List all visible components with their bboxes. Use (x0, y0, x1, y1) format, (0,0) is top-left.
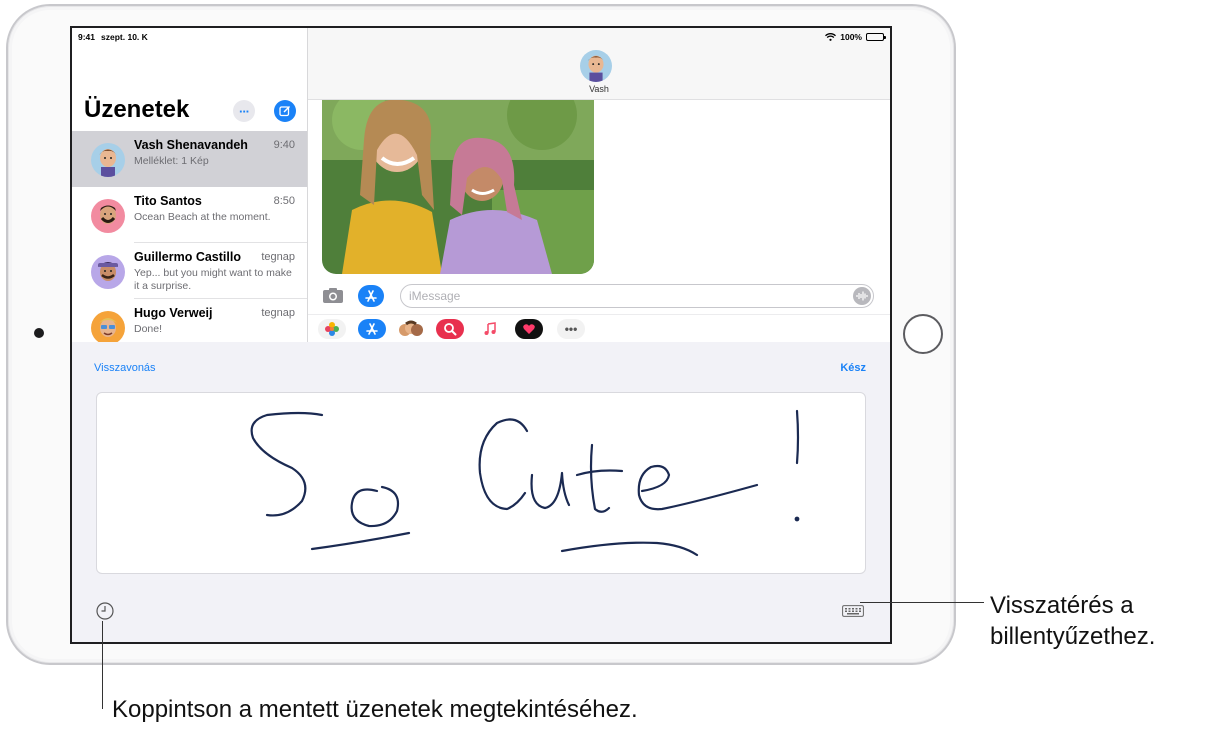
more-apps-icon[interactable]: ••• (557, 319, 585, 339)
message-input-placeholder: iMessage (409, 289, 461, 303)
message-time: 9:40 (273, 139, 295, 151)
camera-icon (323, 288, 343, 303)
contact-name: Hugo Verweij (134, 306, 213, 320)
battery-icon (866, 33, 886, 41)
compose-button[interactable] (274, 100, 296, 122)
callout-line-saved (102, 621, 103, 709)
home-button[interactable] (903, 314, 943, 354)
callout-keyboard-line2: billentyűzethez. (990, 623, 1156, 650)
appstore-icon (365, 290, 377, 302)
message-time: tegnap (261, 251, 295, 263)
contact-avatar[interactable] (580, 50, 612, 82)
message-input-row: iMessage (308, 282, 890, 310)
message-preview: Yep... but you might want to make it a s… (134, 267, 292, 292)
message-input[interactable]: iMessage (400, 284, 874, 308)
app-drawer: ••• (308, 314, 890, 342)
contact-name: Vash (589, 84, 609, 94)
avatar (91, 199, 125, 233)
undo-button[interactable]: Visszavonás (94, 362, 156, 374)
list-item[interactable]: Guillermo Castillo tegnap Yep... but you… (72, 243, 307, 299)
music-icon[interactable] (476, 319, 504, 339)
waveform-icon (856, 291, 868, 301)
callout-saved-messages: Koppintson a mentett üzenetek megtekinté… (112, 696, 638, 723)
digital-touch-icon[interactable] (515, 319, 543, 339)
page-title: Üzenetek (84, 96, 190, 123)
done-button[interactable]: Kész (840, 362, 866, 374)
search-images-icon[interactable] (436, 319, 464, 339)
memoji-avatar-icon (91, 255, 125, 289)
memoji-avatar-icon (91, 199, 125, 233)
clock-icon (96, 602, 114, 620)
message-preview: Melléklet: 1 Kép (134, 155, 209, 167)
battery-percent: 100% (840, 32, 862, 42)
front-camera (34, 328, 44, 338)
avatar (91, 255, 125, 289)
status-bar: 9:41 szept. 10. K 100% (72, 28, 890, 46)
audio-button[interactable] (853, 287, 871, 305)
apps-button[interactable] (358, 285, 384, 307)
list-item[interactable]: Tito Santos 8:50 Ocean Beach at the mome… (72, 187, 307, 243)
handwritten-text-so-cute (250, 409, 800, 557)
handwriting-panel: Visszavonás Kész (72, 342, 890, 642)
memoji-avatar-icon (91, 143, 125, 177)
photo-attachment (322, 100, 594, 274)
appstore-icon[interactable] (358, 319, 386, 339)
callout-keyboard: Visszatérés a billentyűzethez. (990, 590, 1155, 652)
keyboard-icon (842, 605, 864, 617)
photos-icon[interactable] (318, 319, 346, 339)
conversation-list: Üzenetek ··· Vash Shenavandeh 9:40 Mellé… (72, 28, 308, 345)
more-button[interactable]: ··· (233, 100, 255, 122)
memoji-avatar-icon (91, 311, 125, 345)
list-item[interactable]: Vash Shenavandeh 9:40 Melléklet: 1 Kép (72, 131, 307, 187)
memoji-icon[interactable] (397, 319, 425, 339)
message-preview: Done! (134, 323, 163, 335)
wifi-icon (825, 33, 837, 41)
contact-name: Tito Santos (134, 194, 202, 208)
callout-line-keyboard (860, 602, 984, 603)
compose-icon (279, 105, 291, 117)
conversation-pane: Vash iMessage ••• (308, 28, 890, 342)
message-time: 8:50 (273, 195, 295, 207)
keyboard-button[interactable] (842, 604, 864, 622)
camera-button[interactable] (322, 287, 344, 309)
status-time: 9:41 (78, 32, 96, 42)
avatar (91, 311, 125, 345)
message-time: tegnap (261, 307, 295, 319)
avatar (91, 143, 125, 177)
photo-message[interactable] (322, 100, 594, 274)
handwriting-canvas[interactable] (96, 392, 866, 574)
contact-name: Vash Shenavandeh (134, 138, 248, 152)
callout-keyboard-line1: Visszatérés a (990, 592, 1134, 619)
saved-messages-button[interactable] (96, 602, 114, 625)
screen: 9:41 szept. 10. K 100% Üzenetek ··· Vash… (70, 26, 892, 644)
contact-name: Guillermo Castillo (134, 250, 241, 264)
ipad-frame: 9:41 szept. 10. K 100% Üzenetek ··· Vash… (6, 4, 956, 665)
message-preview: Ocean Beach at the moment. (134, 211, 271, 223)
memoji-avatar-icon (580, 50, 612, 82)
status-date: szept. 10. K (101, 32, 148, 42)
